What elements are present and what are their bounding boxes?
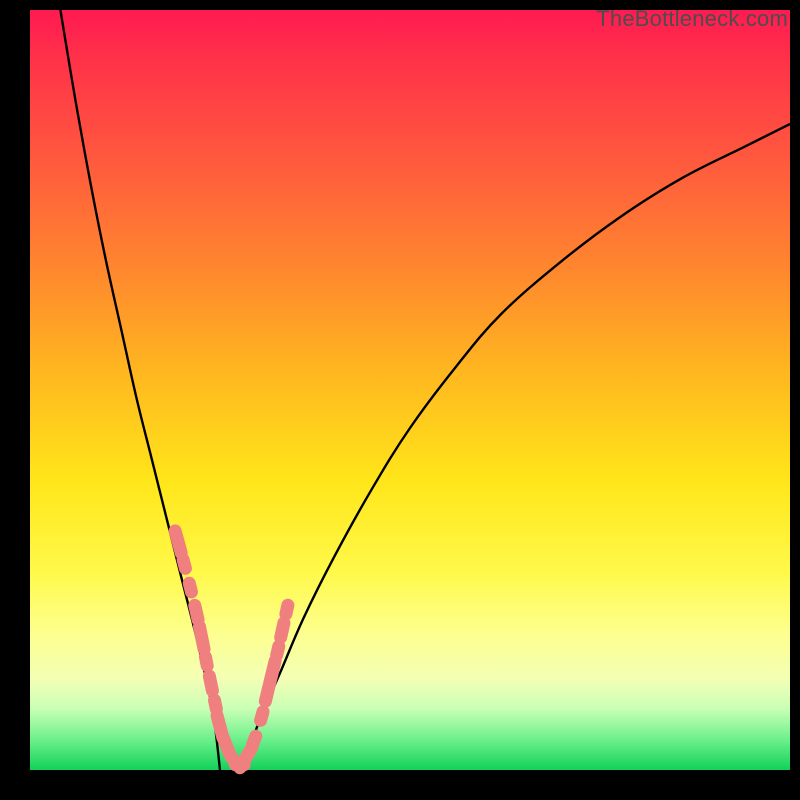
highlight-markers bbox=[167, 523, 295, 777]
highlight-marker bbox=[181, 575, 199, 599]
chart-svg bbox=[30, 10, 790, 770]
highlight-marker bbox=[202, 668, 220, 698]
highlight-marker bbox=[198, 649, 215, 673]
chart-frame: TheBottleneck.com bbox=[0, 0, 800, 800]
watermark-text: TheBottleneck.com bbox=[596, 6, 788, 32]
curve-right-branch bbox=[243, 124, 790, 770]
plot-area bbox=[30, 10, 790, 770]
curve-left-branch bbox=[60, 10, 220, 770]
highlight-marker bbox=[253, 704, 271, 729]
highlight-marker bbox=[192, 619, 212, 657]
